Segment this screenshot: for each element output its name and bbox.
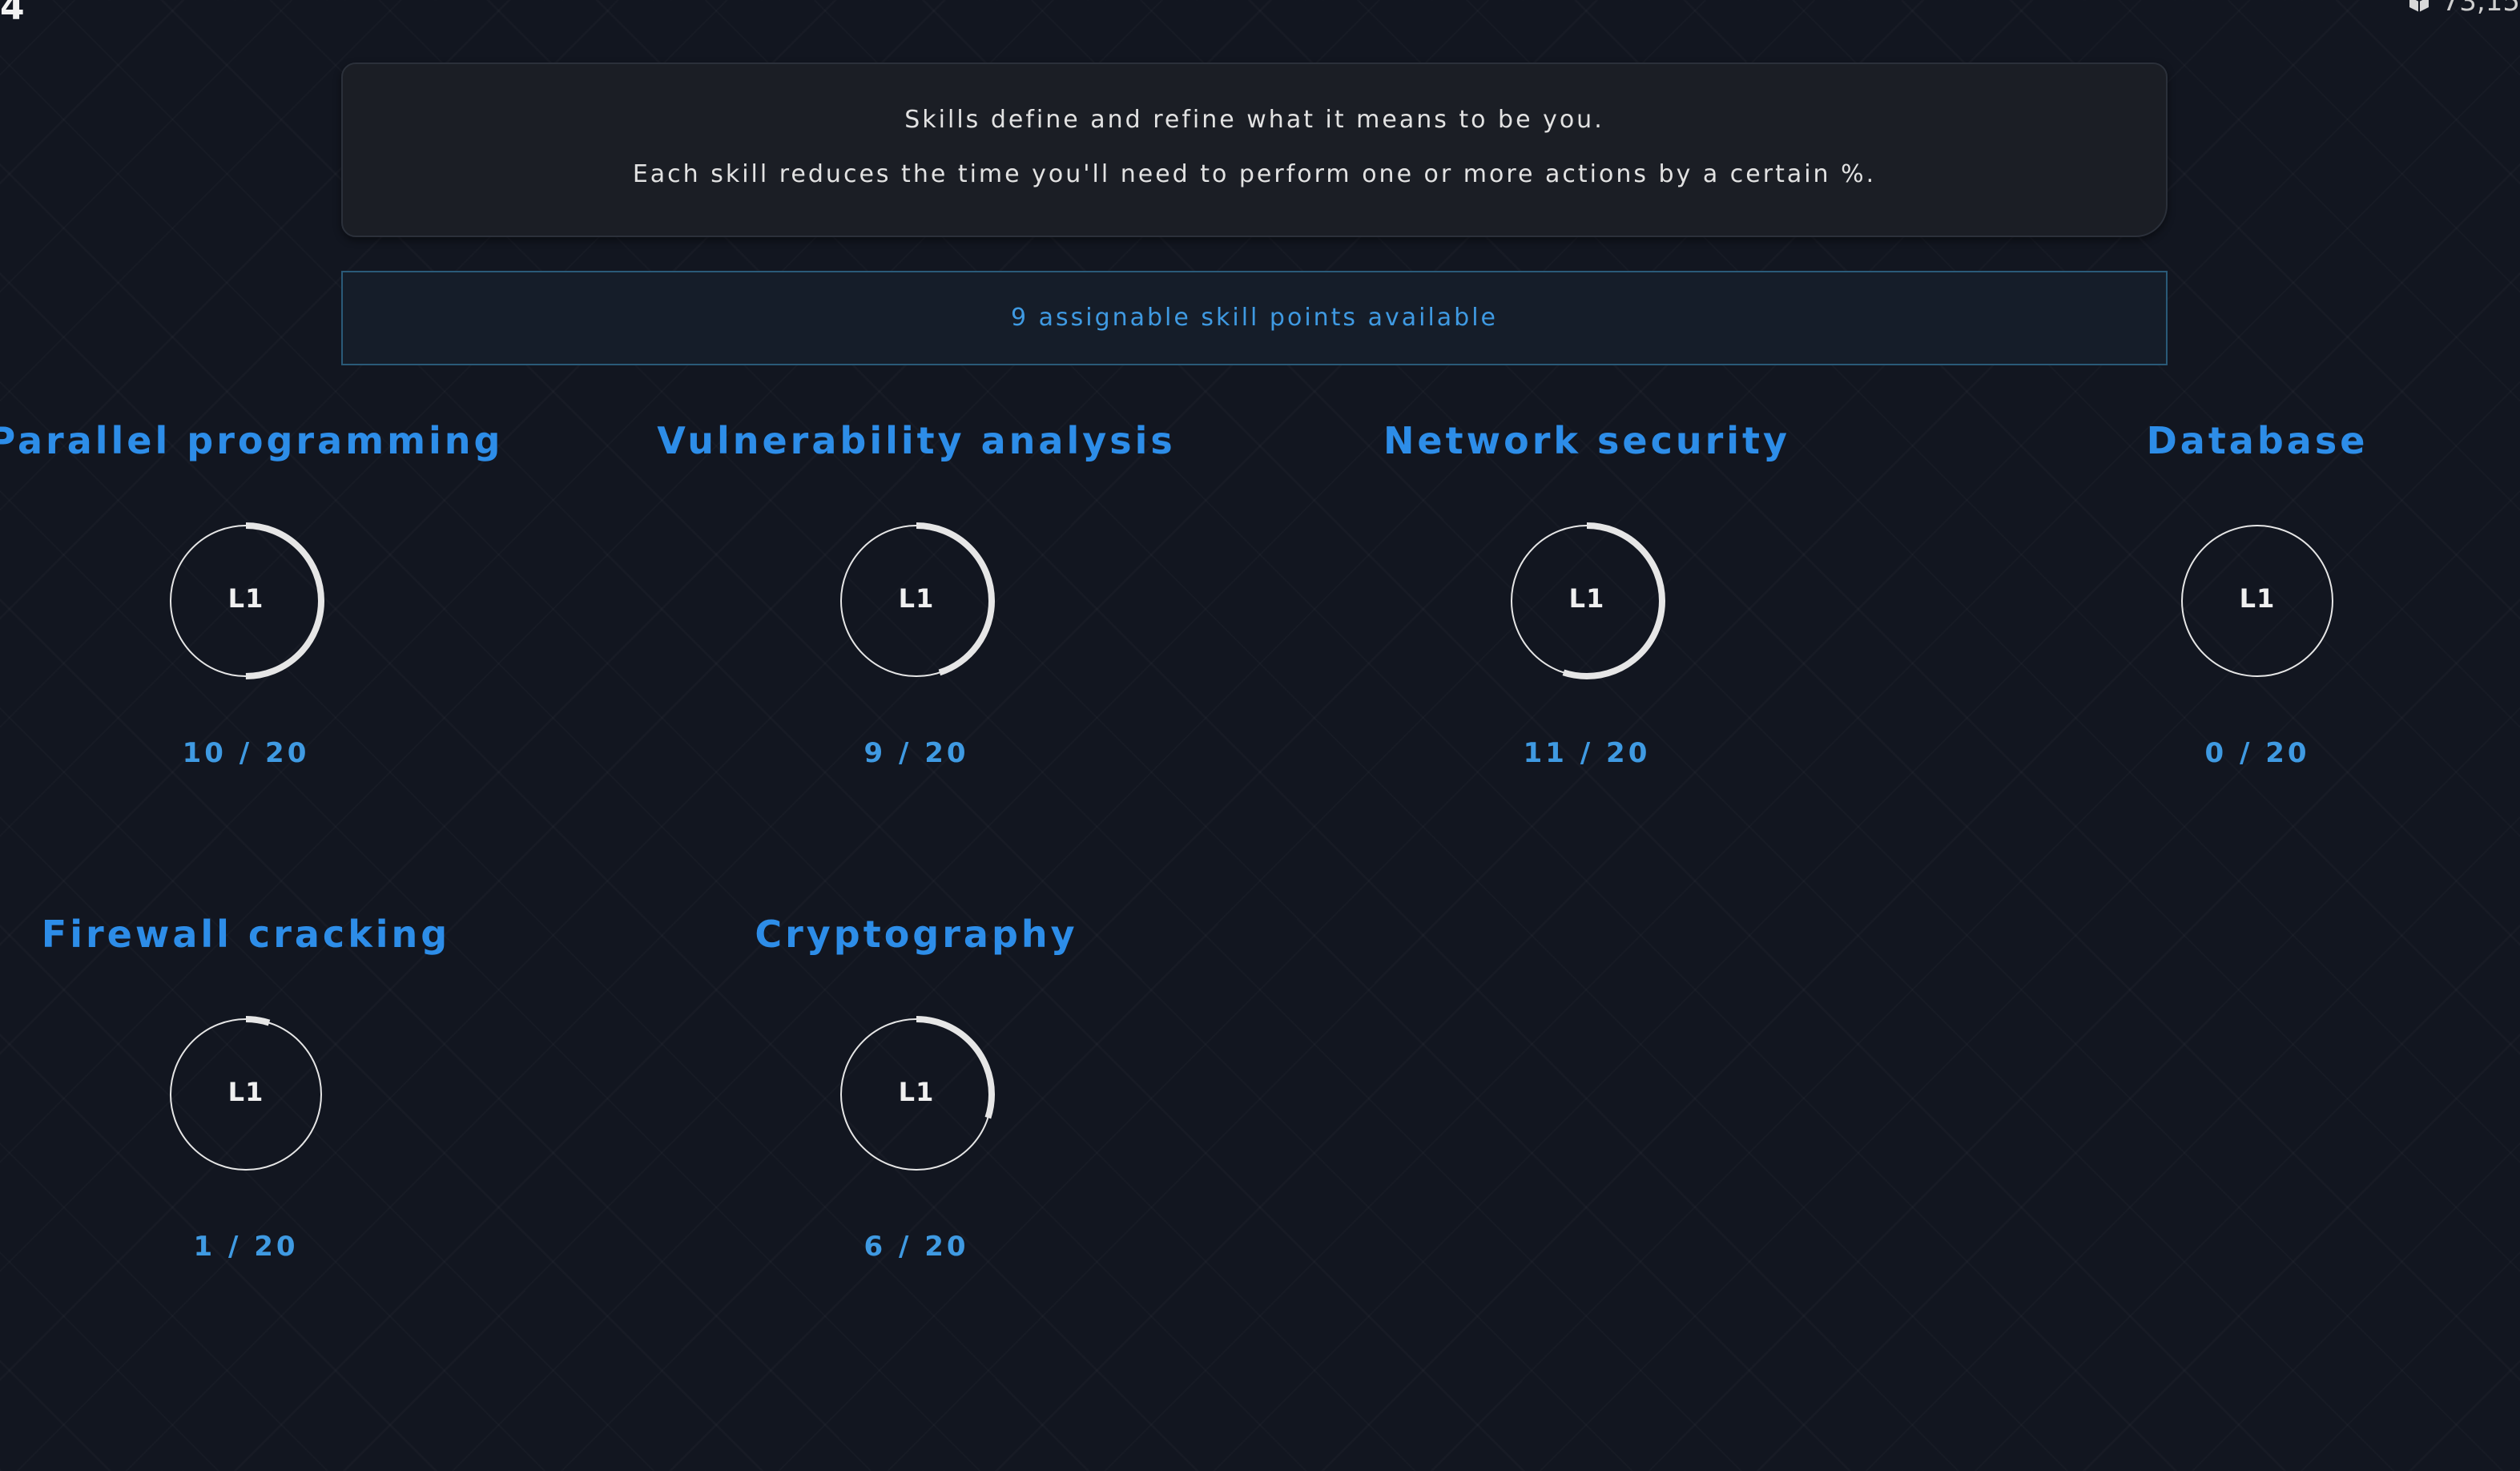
skill-level-ring[interactable]: L1 (166, 521, 326, 681)
skill-title: Database (2146, 419, 2369, 462)
skill-progress-text: 10 / 20 (182, 737, 310, 769)
skill-card-vulnerability-analysis[interactable]: Vulnerability analysis L1 9 / 20 (612, 417, 1221, 833)
skill-level-label: L1 (2239, 583, 2276, 614)
skill-points-available: 9 assignable skill points available (341, 271, 2168, 365)
skill-progress-text: 11 / 20 (1523, 737, 1651, 769)
skill-title: Cryptography (755, 913, 1078, 956)
skill-level-label: L1 (898, 1077, 935, 1107)
top-left-counter: 4 (0, 0, 25, 28)
info-text-line-1: Skills define and refine what it means t… (904, 106, 1604, 134)
skill-title: Firewall cracking (41, 913, 451, 956)
skill-progress-text: 9 / 20 (863, 737, 969, 769)
skill-progress-text: 0 / 20 (2204, 737, 2310, 769)
skill-title: Parallel programming (0, 419, 504, 462)
skill-level-ring[interactable]: L1 (836, 521, 996, 681)
skill-level-label: L1 (227, 583, 264, 614)
currency-value: 73,15 (2442, 0, 2520, 18)
skill-progress-text: 1 / 20 (193, 1231, 299, 1263)
skill-title: Network security (1383, 419, 1791, 462)
skill-progress-text: 6 / 20 (863, 1231, 969, 1263)
skill-card-parallel-programming[interactable]: Parallel programming L1 10 / 20 (0, 417, 550, 833)
skill-level-label: L1 (227, 1077, 264, 1107)
skill-level-label: L1 (898, 583, 935, 614)
info-text-line-2: Each skill reduces the time you'll need … (632, 160, 1877, 188)
skill-card-firewall-cracking[interactable]: Firewall cracking L1 1 / 20 (0, 910, 550, 1327)
currency-display: 73,15 (2407, 0, 2520, 18)
skill-level-label: L1 (1568, 583, 1605, 614)
skill-title: Vulnerability analysis (657, 419, 1176, 462)
skill-level-ring[interactable]: L1 (1507, 521, 1667, 681)
skill-card-cryptography[interactable]: Cryptography L1 6 / 20 (612, 910, 1221, 1327)
skill-card-database[interactable]: Database L1 0 / 20 (1953, 417, 2520, 833)
skill-level-ring[interactable]: L1 (166, 1014, 326, 1175)
skills-info-panel: Skills define and refine what it means t… (341, 62, 2168, 237)
cube-icon (2407, 0, 2431, 14)
skill-level-ring[interactable]: L1 (836, 1014, 996, 1175)
skill-level-ring[interactable]: L1 (2177, 521, 2337, 681)
skill-card-network-security[interactable]: Network security L1 11 / 20 (1282, 417, 1891, 833)
